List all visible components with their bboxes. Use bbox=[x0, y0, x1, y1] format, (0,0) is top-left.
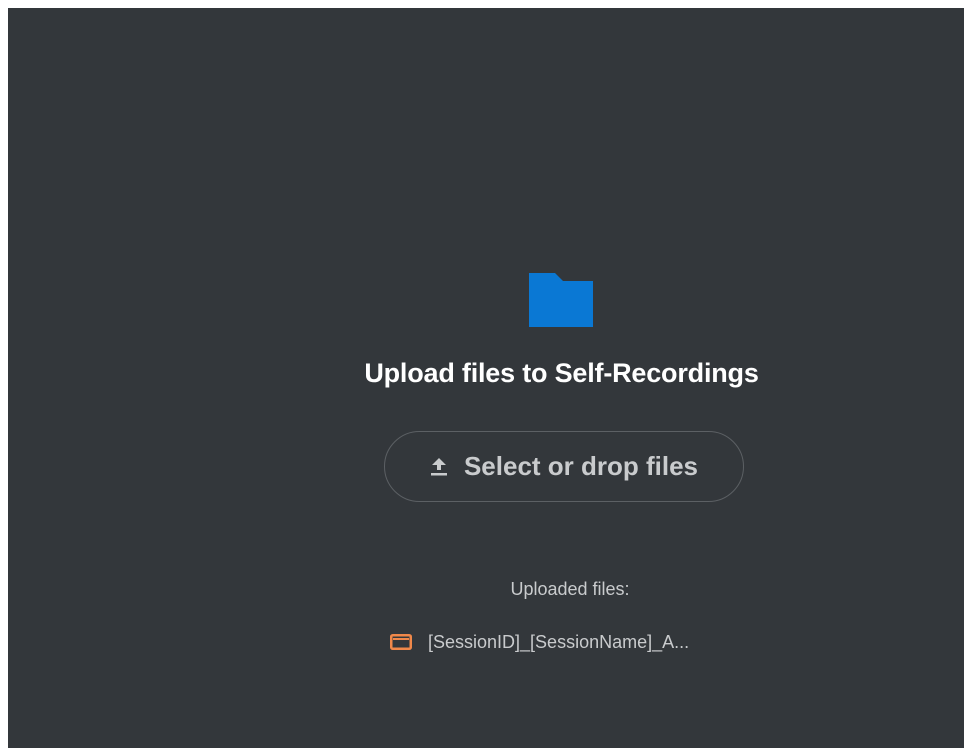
app-frame: Upload files to Self-Recordings Select o… bbox=[8, 8, 964, 748]
upload-panel: Upload files to Self-Recordings Select o… bbox=[8, 8, 964, 748]
folder-icon bbox=[529, 273, 593, 327]
upload-title: Upload files to Self-Recordings bbox=[364, 358, 759, 388]
upload-icon bbox=[430, 457, 447, 475]
file-name: [SessionID]_[SessionName]_A... bbox=[428, 631, 690, 652]
select-files-button[interactable]: Select or drop files bbox=[384, 431, 744, 502]
uploaded-files-label: Uploaded files: bbox=[510, 579, 630, 599]
video-file-icon bbox=[390, 634, 412, 650]
uploaded-file-item[interactable]: [SessionID]_[SessionName]_A... bbox=[390, 629, 689, 655]
select-files-label: Select or drop files bbox=[463, 451, 699, 481]
